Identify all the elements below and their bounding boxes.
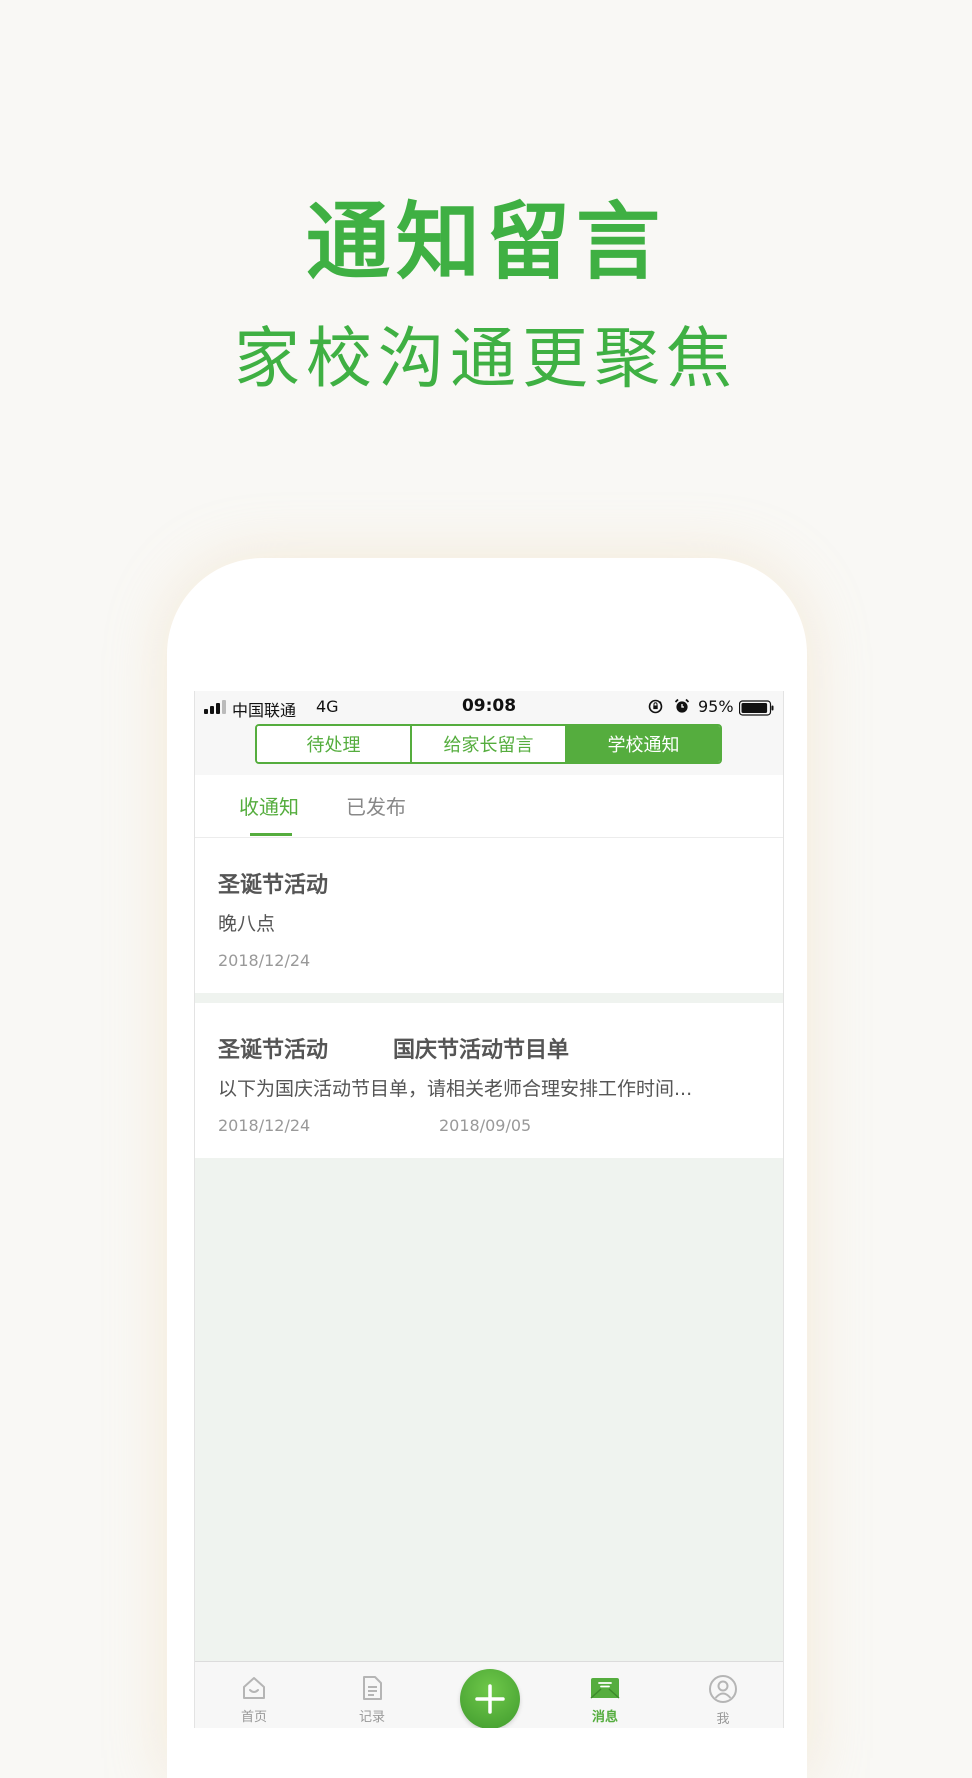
- notice-tabs: 收通知 已发布: [195, 775, 783, 838]
- notice-title: 圣诞节活动: [218, 873, 329, 898]
- battery-icon: [739, 700, 774, 716]
- notice-title: 圣诞节活动: [218, 1038, 329, 1063]
- nav-label: 消息: [591, 1710, 618, 1725]
- promo-subline: 家校沟通更聚焦: [234, 320, 738, 397]
- nav-label: 首页: [240, 1710, 267, 1725]
- nav-me[interactable]: 我: [683, 1674, 763, 1727]
- tab-received[interactable]: 收通知: [239, 791, 299, 820]
- segment-bar: 待处理 给家长留言 学校通知: [195, 724, 783, 775]
- promo-headline: 通知留言: [305, 193, 666, 291]
- status-bar: 中国联通 4G 09:08 95%: [195, 691, 783, 724]
- segmented-control: 待处理 给家长留言 学校通知: [255, 724, 722, 764]
- notice-title-overlap: 国庆节活动节目单: [393, 1038, 570, 1063]
- active-tab-indicator: [250, 833, 292, 836]
- notice-body: 晚八点: [218, 913, 276, 935]
- rotation-lock-icon: [648, 699, 663, 714]
- notice-body: 以下为国庆活动节目单，请相关老师合理安排工作时间...: [218, 1078, 693, 1100]
- nav-records[interactable]: 记录: [332, 1674, 412, 1725]
- notice-date: 2018/12/24: [218, 1116, 311, 1135]
- notice-item[interactable]: 圣诞节活动 国庆节活动节目单 以下为国庆活动节目单，请相关老师合理安排工作时间.…: [195, 1003, 783, 1158]
- message-icon: [590, 1678, 620, 1699]
- notice-date: 2018/12/24: [218, 951, 311, 970]
- status-time: 09:08: [461, 696, 517, 716]
- notice-date-overlap: 2018/09/05: [439, 1116, 532, 1135]
- segment-school-notice[interactable]: 学校通知: [565, 726, 720, 762]
- segment-parent-message[interactable]: 给家长留言: [410, 726, 565, 762]
- nav-label: 记录: [358, 1710, 385, 1725]
- bottom-nav: 首页 记录 消息 我: [195, 1661, 783, 1728]
- document-icon: [363, 1676, 382, 1700]
- alarm-icon: [674, 698, 690, 713]
- segment-pending[interactable]: 待处理: [257, 726, 410, 762]
- notice-item[interactable]: 圣诞节活动 晚八点 2018/12/24: [195, 838, 783, 993]
- tab-published[interactable]: 已发布: [346, 791, 406, 820]
- nav-label: 我: [716, 1712, 730, 1727]
- nav-home[interactable]: 首页: [214, 1674, 294, 1725]
- home-icon: [243, 1677, 265, 1699]
- battery-percent: 95%: [698, 697, 734, 716]
- user-icon: [709, 1675, 737, 1703]
- add-button[interactable]: [460, 1669, 520, 1728]
- nav-messages[interactable]: 消息: [565, 1674, 645, 1725]
- phone-screen: 中国联通 4G 09:08 95% 待处理 给家长留言 学校通知 收通知 已发布…: [194, 691, 784, 1728]
- plus-icon: [475, 1684, 505, 1714]
